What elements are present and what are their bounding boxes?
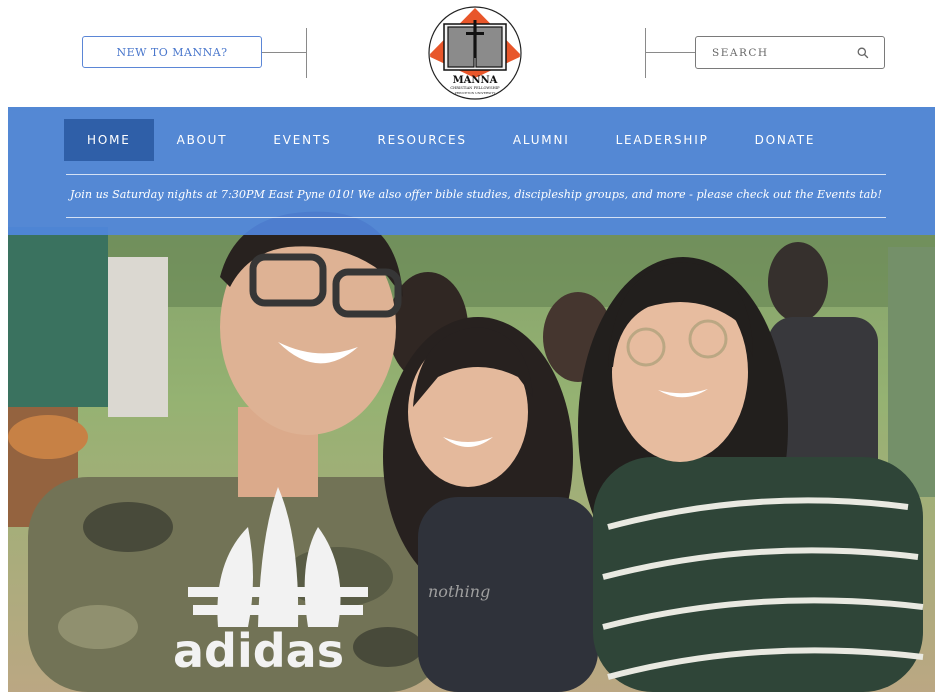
header-divider-right-v <box>645 28 646 78</box>
search-icon[interactable] <box>856 46 870 60</box>
announcement-top-rule <box>66 174 886 175</box>
nav-item-leadership[interactable]: LEADERSHIP <box>593 119 732 161</box>
nav-item-home[interactable]: HOME <box>64 119 154 161</box>
site-header: NEW TO MANNA? MANNA CHRISTIAN FELLOWSHIP… <box>0 0 935 107</box>
logo-university: PRINCETON UNIVERSITY <box>455 91 496 95</box>
logo-subtitle: CHRISTIAN FELLOWSHIP <box>450 86 500 90</box>
nav-item-resources[interactable]: RESOURCES <box>355 119 490 161</box>
manna-logo[interactable]: MANNA CHRISTIAN FELLOWSHIP PRINCETON UNI… <box>428 6 522 100</box>
header-divider-right-h <box>645 52 695 53</box>
announcement-text: Join us Saturday nights at 7:30PM East P… <box>70 188 882 201</box>
announcement-bottom-rule <box>66 217 886 218</box>
search-box[interactable] <box>695 36 885 69</box>
nav-band: HOME ABOUT EVENTS RESOURCES ALUMNI LEADE… <box>8 107 935 235</box>
nav-item-about[interactable]: ABOUT <box>154 119 251 161</box>
logo-title: MANNA <box>453 75 498 86</box>
header-divider-left-h <box>262 52 307 53</box>
new-to-manna-button[interactable]: NEW TO MANNA? <box>82 36 262 68</box>
nav-item-donate[interactable]: DONATE <box>732 119 839 161</box>
nav-item-events[interactable]: EVENTS <box>250 119 354 161</box>
search-input[interactable] <box>712 46 856 59</box>
hero-section: adidas nothing HOME ABOUT EVENTS RESOURC… <box>8 107 935 692</box>
header-divider-left-v <box>306 28 307 78</box>
main-nav: HOME ABOUT EVENTS RESOURCES ALUMNI LEADE… <box>64 119 838 161</box>
nav-item-alumni[interactable]: ALUMNI <box>490 119 593 161</box>
